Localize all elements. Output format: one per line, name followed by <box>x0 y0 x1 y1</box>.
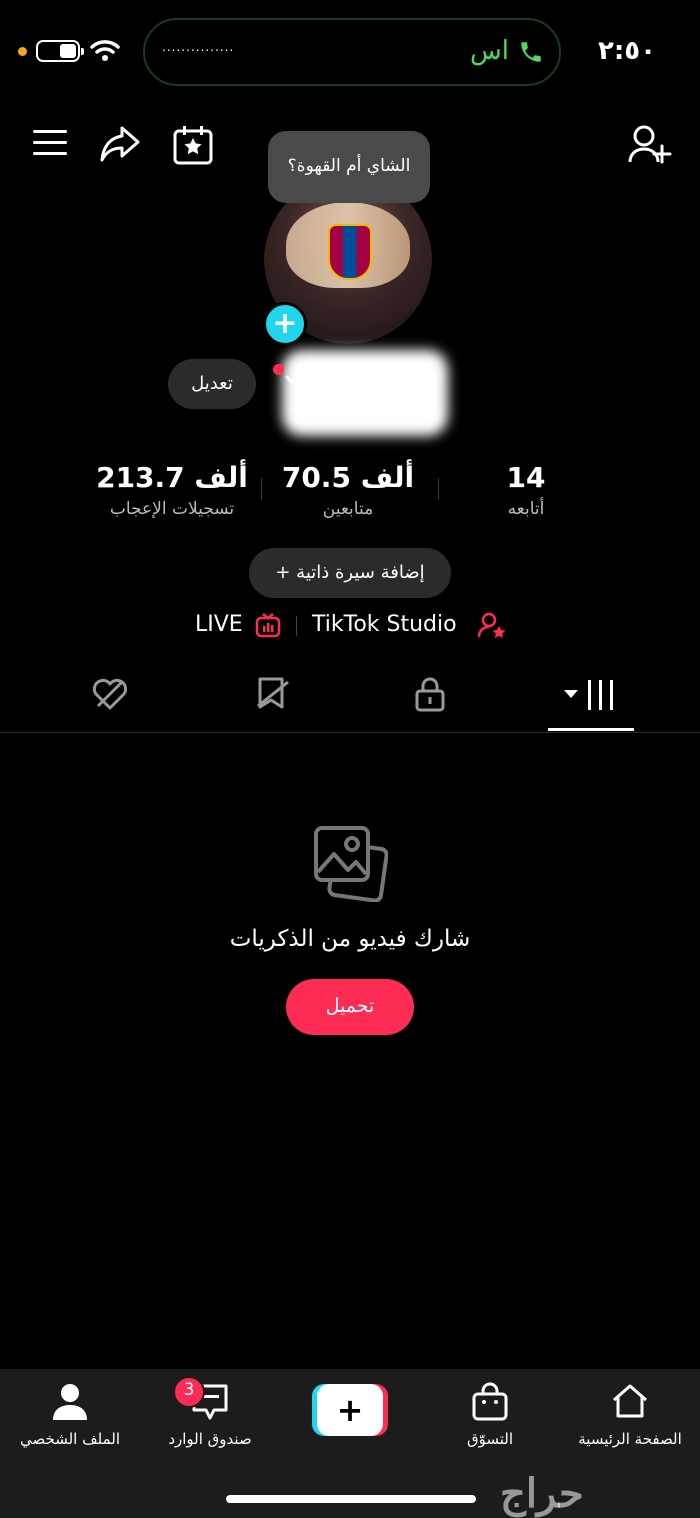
status-time: ٢:٥٠ <box>598 36 657 66</box>
active-tab-indicator <box>548 728 634 731</box>
tiktok-studio-link[interactable]: TikTok Studio <box>312 612 457 637</box>
photo-memories-icon <box>312 824 388 902</box>
link-divider <box>296 616 297 636</box>
creator-star-icon[interactable] <box>478 612 508 640</box>
inbox-badge-count: 3 <box>183 1380 195 1400</box>
nav-inbox-label[interactable]: صندوق الوارد <box>140 1430 280 1448</box>
phone-icon <box>518 38 544 66</box>
notification-dot <box>273 364 284 375</box>
upload-label: تحميل <box>325 995 375 1017</box>
share-icon[interactable] <box>98 124 142 164</box>
add-bio-button[interactable]: + إضافة سيرة ذاتية <box>249 548 451 598</box>
battery-icon <box>36 40 84 62</box>
shopping-bag-icon[interactable] <box>470 1382 510 1422</box>
profile-tabs <box>0 662 700 733</box>
tab-videos[interactable] <box>562 676 622 712</box>
profile-icon[interactable] <box>52 1382 88 1422</box>
empty-state-title: شارك فيديو من الذكريات <box>229 926 471 952</box>
likes-label: تسجيلات الإعجاب <box>109 499 235 519</box>
live-link[interactable]: LIVE <box>195 612 243 637</box>
edit-profile-button[interactable]: تعديل <box>168 359 256 409</box>
liked-icon <box>92 678 128 710</box>
watermark-logo: حراج <box>500 1470 584 1517</box>
create-button[interactable]: + <box>312 1384 388 1436</box>
bookmark-icon <box>257 677 289 709</box>
live-tv-icon[interactable] <box>255 612 281 638</box>
followers-label[interactable]: متابعين <box>258 499 438 519</box>
nav-profile-label[interactable]: الملف الشخصي <box>0 1430 140 1448</box>
home-icon[interactable] <box>610 1382 650 1420</box>
add-bio-label: + إضافة سيرة ذاتية <box>275 562 425 583</box>
home-indicator[interactable] <box>226 1495 476 1503</box>
recording-dot <box>18 47 27 56</box>
menu-icon[interactable] <box>32 128 68 158</box>
plus-icon: + <box>336 1391 364 1429</box>
tab-private[interactable] <box>412 676 448 712</box>
plus-icon: + <box>272 306 298 341</box>
note-text: الشاي أم القهوة؟ <box>287 156 411 176</box>
call-label: اس <box>470 36 509 66</box>
calendar-star-icon[interactable] <box>172 124 214 166</box>
lock-icon <box>415 677 445 712</box>
wifi-icon <box>90 38 120 62</box>
username-redacted <box>282 350 448 436</box>
nav-shop-label[interactable]: التسوّق <box>420 1430 560 1448</box>
nav-home-label[interactable]: الصفحة الرئيسية <box>560 1430 700 1448</box>
grid-icon <box>564 680 613 710</box>
chevron-down-icon[interactable] <box>284 374 306 390</box>
add-avatar-button[interactable]: + <box>263 302 307 346</box>
call-audio-indicator: ............... <box>162 40 235 54</box>
upload-button[interactable]: تحميل <box>286 979 414 1035</box>
add-friend-icon[interactable] <box>628 124 672 166</box>
fcb-crest-icon <box>328 224 372 280</box>
followers-count[interactable]: 70.5 ألف <box>258 461 438 494</box>
following-label[interactable]: أتابعه <box>436 499 616 519</box>
inbox-badge: 3 <box>173 1376 205 1408</box>
following-count[interactable]: 14 <box>436 461 616 494</box>
tab-saved[interactable] <box>254 676 294 712</box>
note-bubble[interactable]: الشاي أم القهوة؟ <box>268 131 430 203</box>
tab-liked[interactable] <box>90 676 130 712</box>
edit-profile-label: تعديل <box>191 373 233 394</box>
likes-count: 213.7 ألف <box>96 461 248 494</box>
